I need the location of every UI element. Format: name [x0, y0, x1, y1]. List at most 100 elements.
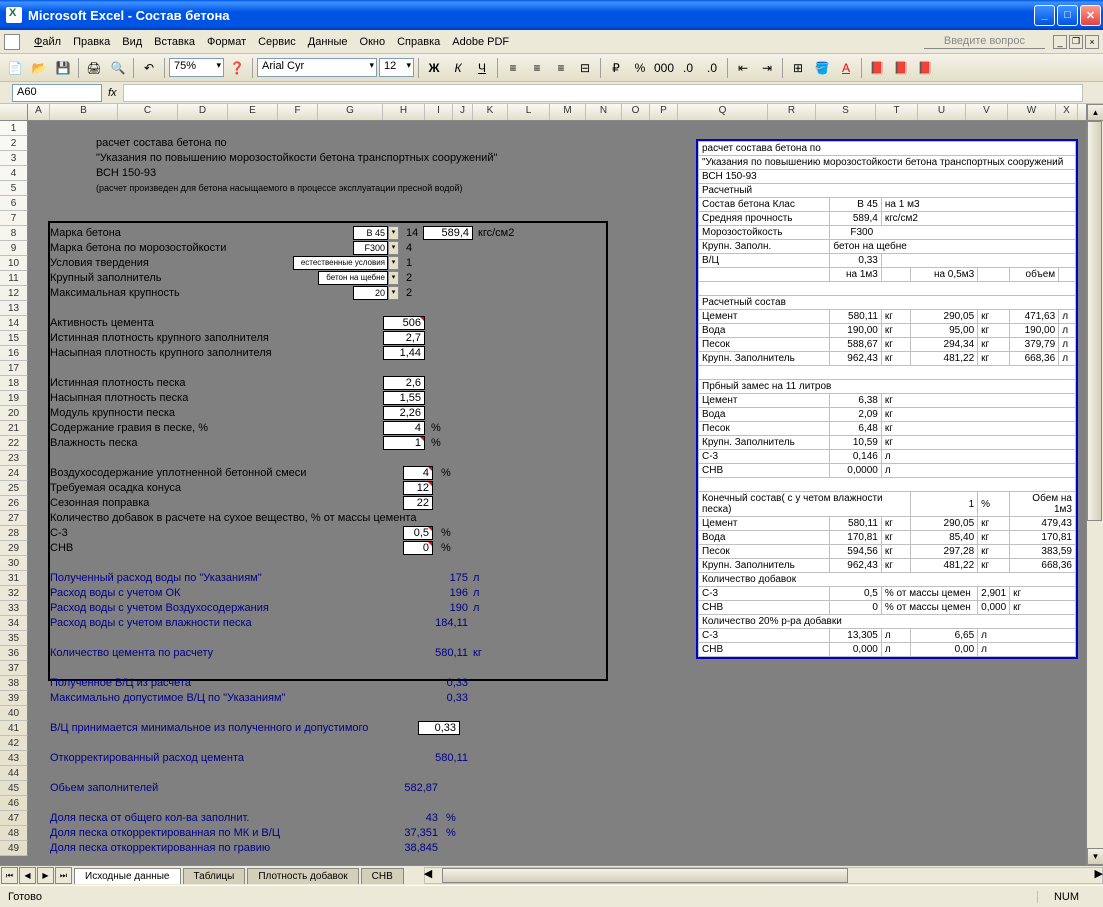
- row-header-15[interactable]: 15: [0, 331, 28, 346]
- row-header-5[interactable]: 5: [0, 181, 28, 196]
- row-header-49[interactable]: 49: [0, 841, 28, 856]
- col-header-R[interactable]: R: [768, 104, 816, 120]
- col-header-D[interactable]: D: [178, 104, 228, 120]
- val-istpesk[interactable]: 2,6: [383, 376, 425, 390]
- row-header-2[interactable]: 2: [0, 136, 28, 151]
- align-center-button[interactable]: ≡: [526, 57, 548, 79]
- row-header-41[interactable]: 41: [0, 721, 28, 736]
- val-c3[interactable]: 0,5: [403, 526, 433, 540]
- zoom-combo[interactable]: 75%: [169, 58, 224, 77]
- row-header-17[interactable]: 17: [0, 361, 28, 376]
- menu-tools[interactable]: Сервис: [252, 34, 302, 50]
- horizontal-scrollbar[interactable]: ◀ ▶: [424, 867, 1103, 884]
- bold-button[interactable]: Ж: [423, 57, 445, 79]
- row-header-39[interactable]: 39: [0, 691, 28, 706]
- row-header-1[interactable]: 1: [0, 121, 28, 136]
- menu-adobe[interactable]: Adobe PDF: [446, 34, 515, 50]
- font-combo[interactable]: Arial Cyr: [257, 58, 377, 77]
- row-header-7[interactable]: 7: [0, 211, 28, 226]
- row-header-19[interactable]: 19: [0, 391, 28, 406]
- maximize-button[interactable]: □: [1057, 5, 1078, 26]
- col-header-W[interactable]: W: [1008, 104, 1056, 120]
- scroll-down-button[interactable]: ▼: [1087, 848, 1103, 865]
- fx-label[interactable]: fx: [108, 87, 117, 99]
- input-krupny[interactable]: бетон на щебне▾: [318, 271, 388, 285]
- dropdown-icon[interactable]: ▾: [388, 226, 399, 240]
- input-maxkrup[interactable]: 20▾: [353, 286, 388, 300]
- col-header-B[interactable]: B: [50, 104, 118, 120]
- row-header-37[interactable]: 37: [0, 661, 28, 676]
- pdf-button-2[interactable]: 📕: [890, 57, 912, 79]
- comma-button[interactable]: 000: [653, 57, 675, 79]
- dec-decimal-button[interactable]: .0: [701, 57, 723, 79]
- row-header-6[interactable]: 6: [0, 196, 28, 211]
- sheet-tab-1[interactable]: Исходные данные: [74, 868, 181, 884]
- open-button[interactable]: 📂: [28, 57, 50, 79]
- row-header-18[interactable]: 18: [0, 376, 28, 391]
- save-button[interactable]: 💾: [52, 57, 74, 79]
- row-header-27[interactable]: 27: [0, 511, 28, 526]
- dropdown-icon[interactable]: ▾: [388, 286, 399, 300]
- row-header-23[interactable]: 23: [0, 451, 28, 466]
- val-sezon[interactable]: 22: [403, 496, 433, 510]
- row-header-8[interactable]: 8: [0, 226, 28, 241]
- val-nasyppesk[interactable]: 1,55: [383, 391, 425, 405]
- sheet-tab-3[interactable]: Плотность добавок: [247, 868, 358, 884]
- scroll-up-button[interactable]: ▲: [1087, 104, 1103, 121]
- col-header-Q[interactable]: Q: [678, 104, 768, 120]
- cells-area[interactable]: расчет состава бетона по "Указания по по…: [28, 121, 1086, 856]
- currency-button[interactable]: ₽: [605, 57, 627, 79]
- input-moroz[interactable]: F300▾: [353, 241, 388, 255]
- sheet-tab-4[interactable]: СНВ: [361, 868, 404, 884]
- font-color-button[interactable]: A: [835, 57, 857, 79]
- dropdown-icon[interactable]: ▾: [388, 256, 399, 270]
- next-sheet-button[interactable]: ▶: [37, 867, 54, 884]
- val-snv[interactable]: 0: [403, 541, 433, 555]
- inc-indent-button[interactable]: ⇥: [756, 57, 778, 79]
- close-button[interactable]: ✕: [1080, 5, 1101, 26]
- worksheet[interactable]: ABCDEFGHIJKLMNOPQRSTUVWX 123456789101112…: [0, 104, 1086, 865]
- menu-format[interactable]: Формат: [201, 34, 252, 50]
- italic-button[interactable]: К: [447, 57, 469, 79]
- row-header-20[interactable]: 20: [0, 406, 28, 421]
- dropdown-icon[interactable]: ▾: [388, 241, 399, 255]
- hscroll-thumb[interactable]: [442, 868, 848, 883]
- row-header-40[interactable]: 40: [0, 706, 28, 721]
- row-header-28[interactable]: 28: [0, 526, 28, 541]
- val-soderzh[interactable]: 4: [383, 421, 425, 435]
- row-header-38[interactable]: 38: [0, 676, 28, 691]
- menu-file[interactable]: Файл: [28, 34, 67, 50]
- col-header-L[interactable]: L: [508, 104, 550, 120]
- sheet-tab-2[interactable]: Таблицы: [183, 868, 246, 884]
- row-header-26[interactable]: 26: [0, 496, 28, 511]
- val-nasypkrup[interactable]: 1,44: [383, 346, 425, 360]
- row-header-16[interactable]: 16: [0, 346, 28, 361]
- preview-button[interactable]: 🔍: [107, 57, 129, 79]
- row-header-44[interactable]: 44: [0, 766, 28, 781]
- col-header-N[interactable]: N: [586, 104, 622, 120]
- col-header-J[interactable]: J: [453, 104, 473, 120]
- row-header-42[interactable]: 42: [0, 736, 28, 751]
- doc-minimize-button[interactable]: _: [1053, 35, 1067, 49]
- val-vlazh[interactable]: 1: [383, 436, 425, 450]
- col-header-F[interactable]: F: [278, 104, 318, 120]
- menu-data[interactable]: Данные: [302, 34, 354, 50]
- col-header-T[interactable]: T: [876, 104, 918, 120]
- col-header-X[interactable]: X: [1056, 104, 1078, 120]
- vertical-scrollbar[interactable]: ▲ ▼: [1086, 104, 1103, 865]
- col-header-O[interactable]: O: [622, 104, 650, 120]
- dropdown-icon[interactable]: ▾: [388, 271, 399, 285]
- menu-help[interactable]: Справка: [391, 34, 446, 50]
- borders-button[interactable]: ⊞: [787, 57, 809, 79]
- prev-sheet-button[interactable]: ◀: [19, 867, 36, 884]
- select-all-corner[interactable]: [0, 104, 28, 120]
- percent-button[interactable]: %: [629, 57, 651, 79]
- menu-insert[interactable]: Вставка: [148, 34, 201, 50]
- val-modul[interactable]: 2,26: [383, 406, 425, 420]
- new-button[interactable]: 📄: [4, 57, 26, 79]
- col-header-I[interactable]: I: [425, 104, 453, 120]
- val-istkrup[interactable]: 2,7: [383, 331, 425, 345]
- row-header-9[interactable]: 9: [0, 241, 28, 256]
- pdf-button-1[interactable]: 📕: [866, 57, 888, 79]
- col-header-G[interactable]: G: [318, 104, 383, 120]
